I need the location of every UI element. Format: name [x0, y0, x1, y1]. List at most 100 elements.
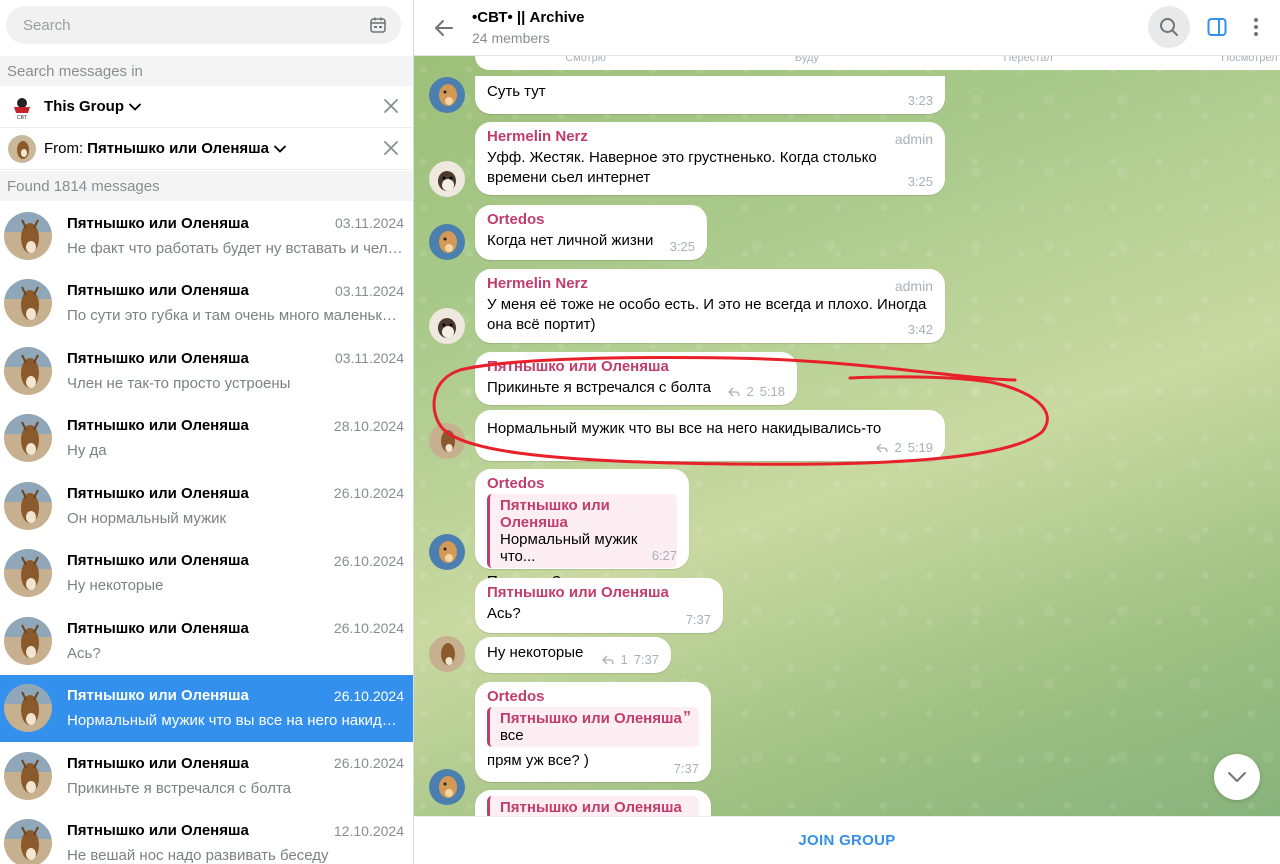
search-result-row[interactable]: Пятнышко или Оленяша 26.10.2024 Нормальный… — [0, 674, 413, 742]
message-bubble[interactable]: Пятнышко или Оленяша Прикиньте я встреча… — [475, 352, 797, 405]
sender-name[interactable]: Hermelin Nerz — [487, 128, 933, 145]
back-arrow-icon[interactable] — [432, 16, 456, 40]
tab-label: Буду — [794, 56, 819, 64]
message-list[interactable]: Смотрю Буду Перестал Посмотрел Суть тут … — [414, 56, 1280, 816]
sender-name[interactable]: Ortedos — [487, 211, 695, 228]
result-snippet: Ну да — [67, 442, 107, 460]
result-sender: Пятнышко или Оленяша — [67, 282, 249, 300]
reply-count[interactable]: 1 — [620, 652, 627, 667]
search-result-row[interactable]: Пятнышко или Оленяша 12.10.2024 Не вешай н… — [0, 810, 413, 864]
result-snippet: Он нормальный мужик — [67, 509, 227, 527]
search-box — [6, 6, 401, 44]
quote-sender: Пятнышко или Оленяша — [500, 710, 682, 727]
chat-info[interactable]: •СВТ• || Archive 24 members — [472, 9, 585, 46]
message-time: 3:25 — [669, 239, 695, 254]
quote-text: все — [500, 727, 524, 744]
avatar — [4, 684, 52, 733]
result-sender: Пятнышко или Оленяша — [67, 417, 249, 435]
quote-sender: Пятнышко или Оленяша — [500, 799, 682, 816]
result-snippet: Не вешай нос надо развивать беседу — [67, 847, 329, 864]
sender-name[interactable]: Ortedos — [487, 688, 699, 705]
reply-icon — [602, 655, 615, 664]
search-result-row[interactable]: Пятнышко или Оленяша 26.10.2024 Он нормаль… — [0, 472, 413, 540]
search-button[interactable] — [1148, 6, 1190, 48]
result-sender: Пятнышко или Оленяша — [67, 822, 249, 840]
sender-name[interactable]: Ortedos — [487, 475, 677, 492]
search-result-row[interactable]: Пятнышко или Оленяша 26.10.2024 Ась? — [0, 607, 413, 675]
result-date: 26.10.2024 — [333, 485, 404, 502]
message-bubble[interactable]: Ortedos Пятнышко или Оленяша Нормальный … — [475, 469, 689, 590]
message-time: 7:37 — [633, 652, 659, 667]
user-avatar-deer[interactable] — [429, 636, 465, 672]
user-avatar-deer[interactable] — [429, 423, 465, 459]
more-vertical-icon — [1254, 18, 1258, 36]
result-snippet: Ась? — [67, 644, 101, 662]
search-result-row[interactable]: Пятнышко или Оленяша 03.11.2024 Не факт чт… — [0, 202, 413, 270]
search-input[interactable] — [23, 16, 323, 34]
message-bubble[interactable]: Hermelin Nerz admin У меня её тоже не ос… — [475, 269, 945, 343]
result-snippet: Член не так-то просто устроены — [67, 374, 291, 392]
chat-header: •СВТ• || Archive 24 members — [414, 0, 1280, 56]
reply-quote[interactable]: Пятнышко или Оленяша все ” — [487, 707, 699, 747]
user-avatar-dog[interactable] — [429, 224, 465, 260]
sender-name[interactable]: Hermelin Nerz — [487, 275, 933, 292]
result-date: 26.10.2024 — [333, 687, 404, 704]
sender-name[interactable]: Пятнышко или Оленяша — [487, 584, 711, 601]
sender-filter[interactable]: From: Пятнышко или Оленяша — [0, 128, 413, 170]
calendar-icon[interactable] — [369, 16, 387, 34]
admin-badge: admin — [894, 131, 933, 147]
search-result-row[interactable]: Пятнышко или Оленяша 03.11.2024 Член не та… — [0, 337, 413, 405]
tab-label: Посмотрел — [1221, 56, 1278, 64]
result-date: 28.10.2024 — [333, 417, 404, 434]
result-sender: Пятнышко или Оленяша — [67, 349, 249, 367]
result-date: 26.10.2024 — [333, 620, 404, 637]
search-result-row[interactable]: Пятнышко или Оленяша 28.10.2024 Ну да — [0, 405, 413, 473]
user-avatar-dog[interactable] — [429, 534, 465, 570]
avatar — [4, 819, 52, 864]
chevron-down-icon — [129, 103, 141, 111]
avatar — [4, 616, 52, 665]
quote-sender: Пятнышко или Оленяша — [500, 497, 610, 531]
message-text: Суть тут — [487, 83, 546, 100]
clear-scope-icon[interactable] — [383, 98, 399, 114]
message-time: 3:42 — [907, 322, 933, 337]
sidebar-toggle-button[interactable] — [1196, 6, 1238, 48]
message-time: 3:23 — [907, 93, 933, 108]
search-result-row[interactable]: Пятнышко или Оленяша 26.10.2024 Ну некотор… — [0, 540, 413, 608]
user-avatar-ferret[interactable] — [429, 161, 465, 197]
scope-label: This Group — [44, 98, 124, 115]
message-bubble[interactable]: Ну некоторые 1 7:37 — [475, 637, 671, 673]
message-bubble[interactable]: Пятнышко или Оленяша — [475, 790, 711, 816]
user-avatar-dog[interactable] — [429, 769, 465, 805]
search-results: Пятнышко или Оленяша 03.11.2024 Не факт чт… — [0, 202, 413, 864]
more-menu-button[interactable] — [1244, 6, 1268, 48]
result-sender: Пятнышко или Оленяша — [67, 687, 249, 705]
sender-name[interactable]: Пятнышко или Оленяша — [487, 358, 785, 375]
message-bubble[interactable]: Hermelin Nerz admin Уфф. Жестяк. Наверно… — [475, 122, 945, 195]
user-avatar-dog[interactable] — [429, 77, 465, 113]
message-time: 6:27 — [651, 548, 677, 563]
search-result-row[interactable]: Пятнышко или Оленяша 03.11.2024 По сути эт… — [0, 270, 413, 338]
join-group-label: JOIN GROUP — [798, 832, 896, 849]
message-bubble[interactable]: Ortedos Когда нет личной жизни 3:25 — [475, 205, 707, 260]
result-sender: Пятнышко или Оленяша — [67, 214, 249, 232]
reply-count[interactable]: 2 — [894, 440, 901, 455]
reply-count[interactable]: 2 — [746, 384, 753, 399]
search-result-row[interactable]: Пятнышко или Оленяша 26.10.2024 Прикиньте … — [0, 742, 413, 810]
scroll-down-button[interactable] — [1214, 754, 1260, 800]
clear-sender-icon[interactable] — [383, 140, 399, 156]
user-avatar-ferret[interactable] — [429, 308, 465, 344]
chat-title: •СВТ• || Archive — [472, 9, 585, 26]
message-bubble[interactable]: Ortedos Пятнышко или Оленяша все ” прям … — [475, 682, 711, 782]
join-group-button[interactable]: JOIN GROUP — [414, 816, 1280, 864]
result-date: 26.10.2024 — [333, 755, 404, 772]
result-date: 03.11.2024 — [334, 350, 404, 367]
scope-filter[interactable]: CBT This Group — [0, 86, 413, 128]
avatar — [4, 414, 52, 463]
reply-quote[interactable]: Пятнышко или Оленяша — [487, 796, 699, 816]
message-bubble[interactable]: Нормальный мужик что вы все на него наки… — [475, 410, 945, 461]
reply-quote[interactable]: Пятнышко или Оленяша Нормальный мужик чт… — [487, 494, 677, 568]
message-bubble[interactable]: Суть тут 3:23 — [475, 76, 945, 114]
message-bubble[interactable]: Пятнышко или Оленяша Ась? 7:37 — [475, 578, 723, 633]
message-text: У меня её тоже не особо есть. И это не в… — [487, 296, 927, 333]
